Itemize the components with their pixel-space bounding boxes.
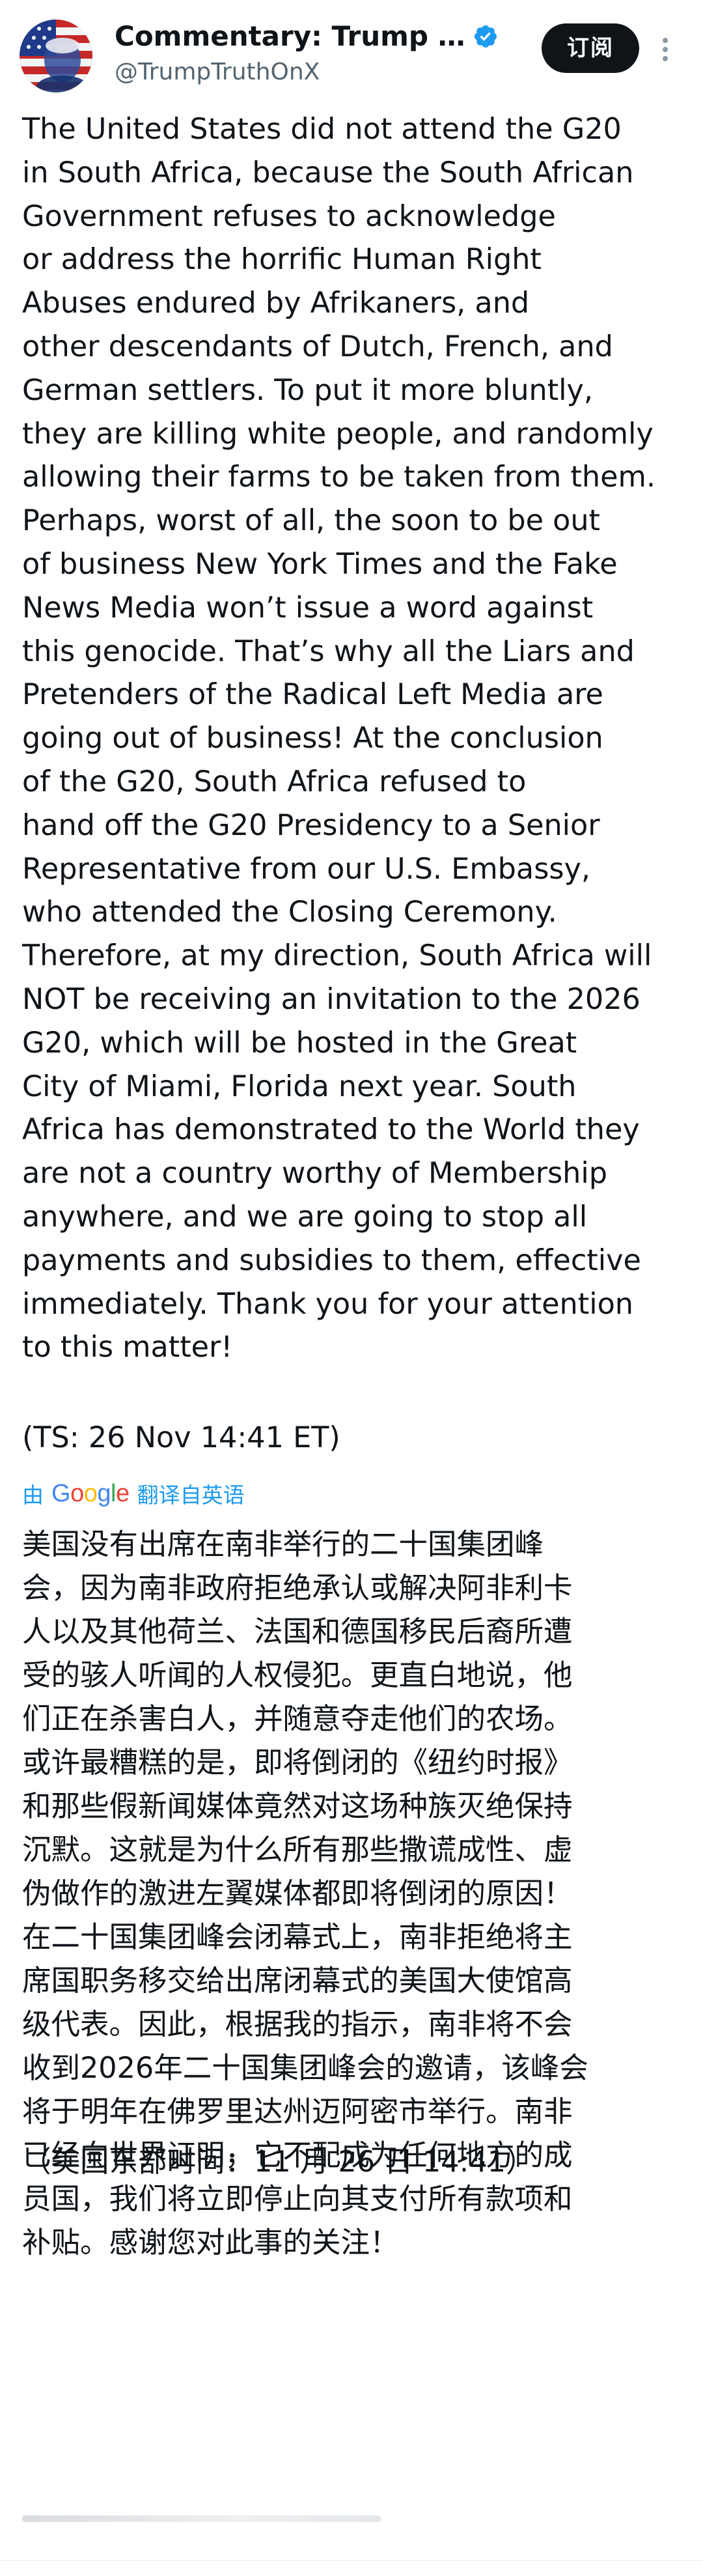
translated-timestamp: （美国东部时间：11 月 26 日 14:41） xyxy=(22,2145,535,2179)
author-name-block: Commentary: Trump Trut… @TrumpTruthOnX xyxy=(115,18,531,89)
display-name-row: Commentary: Trump Trut… xyxy=(115,18,531,55)
more-options-button[interactable] xyxy=(651,30,680,69)
faded-content-bar xyxy=(22,2515,381,2522)
author-display-name[interactable]: Commentary: Trump Trut… xyxy=(115,18,466,55)
bottom-divider xyxy=(0,2560,703,2561)
translation-attribution[interactable]: 由 Google 翻译自英语 xyxy=(22,1477,245,1510)
subscribe-button[interactable]: 订阅 xyxy=(542,23,639,73)
post-header: Commentary: Trump Trut… @TrumpTruthOnX 订… xyxy=(0,0,703,104)
american-flag-portrait-icon xyxy=(20,20,92,92)
google-logo: Google xyxy=(51,1479,130,1507)
post-timestamp: (TS: 26 Nov 14:41 ET) xyxy=(22,1421,340,1454)
author-handle[interactable]: @TrumpTruthOnX xyxy=(115,56,531,89)
verified-badge-icon xyxy=(474,25,497,48)
post-body-text: The United States did not attend the G20… xyxy=(22,113,655,1365)
translation-label: 翻译自英语 xyxy=(137,1482,245,1508)
author-avatar[interactable] xyxy=(20,20,92,92)
translation-prefix: 由 xyxy=(22,1482,44,1508)
more-vertical-icon xyxy=(663,38,668,61)
